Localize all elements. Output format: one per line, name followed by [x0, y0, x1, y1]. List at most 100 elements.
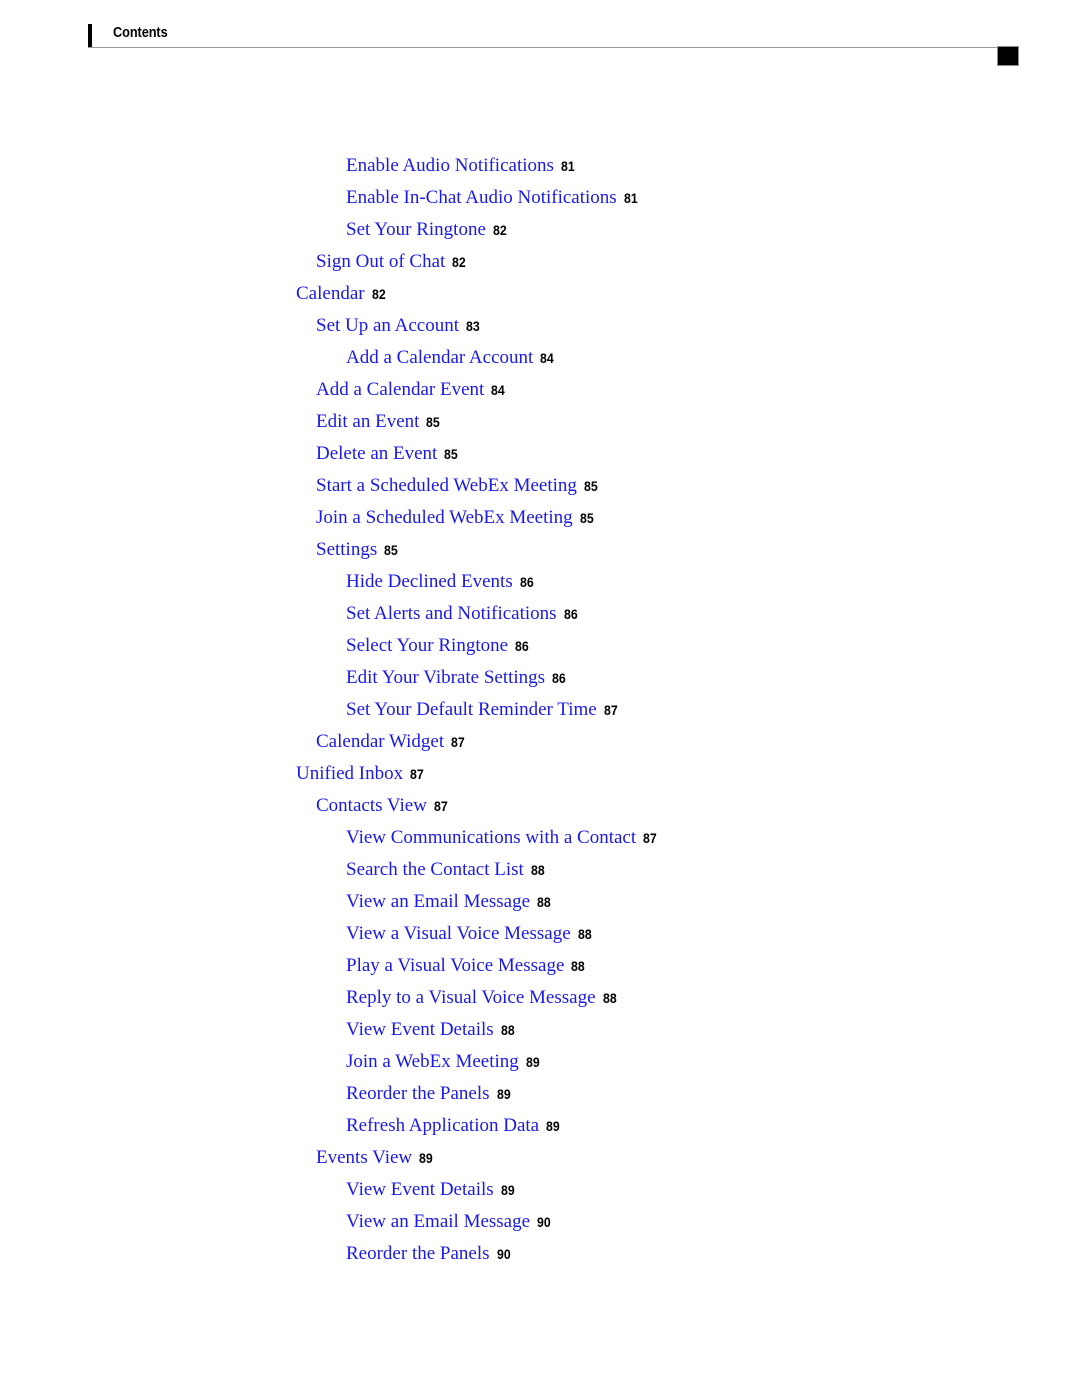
toc-entry-page-number: 87: [433, 798, 448, 814]
toc-entry-title[interactable]: Calendar: [296, 283, 365, 304]
toc-entry[interactable]: Reorder the Panels 90: [0, 1238, 1080, 1270]
toc-entry-page-number: 88: [577, 926, 592, 942]
toc-entry-page-number: 89: [496, 1086, 511, 1102]
header-divider: [88, 47, 998, 48]
toc-entry-title[interactable]: Contacts View: [316, 795, 427, 816]
toc-entry-page-number: 85: [579, 510, 594, 526]
toc-entry-title[interactable]: View a Visual Voice Message: [346, 923, 571, 944]
toc-entry[interactable]: Start a Scheduled WebEx Meeting 85: [0, 470, 1080, 502]
toc-entry-page-number: 81: [623, 190, 638, 206]
toc-entry-title[interactable]: Start a Scheduled WebEx Meeting: [316, 475, 577, 496]
toc-entry-title[interactable]: Add a Calendar Event: [316, 379, 484, 400]
document-page: Contents Enable Audio Notifications 81 Ena…: [0, 0, 1080, 1397]
toc-entry-page-number: 87: [410, 766, 424, 782]
toc-entry-title[interactable]: Search the Contact List: [346, 859, 524, 880]
toc-entry-page-number: 85: [583, 478, 598, 494]
toc-entry[interactable]: Add a Calendar Account 84: [0, 342, 1080, 374]
toc-entry-page-number: 82: [492, 222, 507, 238]
toc-entry-page-number: 81: [560, 158, 575, 174]
toc-entry-title[interactable]: Reorder the Panels: [346, 1243, 490, 1264]
toc-entry-page-number: 88: [500, 1022, 515, 1038]
toc-entry-page-number: 87: [451, 734, 465, 750]
toc-entry-title[interactable]: Enable In-Chat Audio Notifications: [346, 187, 617, 208]
toc-entry-page-number: 84: [540, 350, 555, 366]
toc-entry[interactable]: Search the Contact List 88: [0, 854, 1080, 886]
toc-entry-title[interactable]: Set Your Ringtone: [346, 219, 486, 240]
toc-entry-page-number: 85: [426, 414, 441, 430]
toc-entry-page-number: 86: [515, 638, 529, 654]
toc-entry[interactable]: Calendar Widget 87: [0, 726, 1080, 758]
page-footer: Cisco Cius User Guide, Release 9.2(3) OL…: [0, 1307, 1080, 1397]
toc-entry[interactable]: Edit Your Vibrate Settings 86: [0, 662, 1080, 694]
toc-entry-title[interactable]: Settings: [316, 539, 377, 560]
toc-entry[interactable]: View an Email Message 88: [0, 886, 1080, 918]
toc-entry[interactable]: Enable In-Chat Audio Notifications 81: [0, 182, 1080, 214]
toc-entry-title[interactable]: Join a WebEx Meeting: [346, 1051, 519, 1072]
toc-entry[interactable]: View a Visual Voice Message 88: [0, 918, 1080, 950]
toc-entry-title[interactable]: Calendar Widget: [316, 731, 444, 752]
toc-entry[interactable]: Contacts View 87: [0, 790, 1080, 822]
toc-entry-title[interactable]: Edit Your Vibrate Settings: [346, 667, 545, 688]
toc-entry[interactable]: View Communications with a Contact 87: [0, 822, 1080, 854]
toc-entry-title[interactable]: View Event Details: [346, 1179, 494, 1200]
toc-entry-title[interactable]: Select Your Ringtone: [346, 635, 508, 656]
toc-entry-title[interactable]: Set Up an Account: [316, 315, 459, 336]
toc-entry-page-number: 84: [491, 382, 506, 398]
toc-entry[interactable]: Refresh Application Data 89: [0, 1110, 1080, 1142]
toc-entry[interactable]: Add a Calendar Event 84: [0, 374, 1080, 406]
toc-entry-title[interactable]: View an Email Message: [346, 891, 530, 912]
toc-entry[interactable]: Set Your Ringtone 82: [0, 214, 1080, 246]
toc-entry-page-number: 88: [537, 894, 551, 910]
toc-entry[interactable]: Enable Audio Notifications 81: [0, 150, 1080, 182]
toc-entry-page-number: 88: [602, 990, 617, 1006]
toc-entry-page-number: 83: [466, 318, 480, 334]
toc-entry[interactable]: Edit an Event 85: [0, 406, 1080, 438]
toc-entry-title[interactable]: Refresh Application Data: [346, 1115, 539, 1136]
toc-entry[interactable]: Join a Scheduled WebEx Meeting 85: [0, 502, 1080, 534]
toc-entry-title[interactable]: Enable Audio Notifications: [346, 155, 554, 176]
toc-entry[interactable]: Calendar 82: [0, 278, 1080, 310]
toc-entry-page-number: 88: [571, 958, 586, 974]
toc-entry[interactable]: Sign Out of Chat 82: [0, 246, 1080, 278]
toc-entry[interactable]: Set Your Default Reminder Time 87: [0, 694, 1080, 726]
toc-entry-page-number: 85: [444, 446, 459, 462]
toc-entry[interactable]: Unified Inbox 87: [0, 758, 1080, 790]
toc-entry-title[interactable]: Join a Scheduled WebEx Meeting: [316, 507, 573, 528]
toc-entry-title[interactable]: Reply to a Visual Voice Message: [346, 987, 596, 1008]
toc-entry-title[interactable]: Add a Calendar Account: [346, 347, 533, 368]
toc-entry[interactable]: Hide Declined Events 86: [0, 566, 1080, 598]
toc-entry[interactable]: View an Email Message 90: [0, 1206, 1080, 1238]
toc-entry-title[interactable]: Hide Declined Events: [346, 571, 513, 592]
toc-entry[interactable]: Reply to a Visual Voice Message 88: [0, 982, 1080, 1014]
toc-entry[interactable]: Settings 85: [0, 534, 1080, 566]
toc-entry-title[interactable]: Set Alerts and Notifications: [346, 603, 557, 624]
running-head: Contents: [113, 25, 168, 41]
toc-entry-page-number: 88: [530, 862, 545, 878]
toc-entry[interactable]: Set Alerts and Notifications 86: [0, 598, 1080, 630]
toc-entry[interactable]: View Event Details 89: [0, 1174, 1080, 1206]
toc-entry-title[interactable]: Reorder the Panels: [346, 1083, 490, 1104]
toc-entry-title[interactable]: View Event Details: [346, 1019, 494, 1040]
toc-entry-page-number: 90: [537, 1214, 551, 1230]
toc-entry-title[interactable]: View Communications with a Contact: [346, 827, 636, 848]
toc-entry-title[interactable]: Edit an Event: [316, 411, 419, 432]
toc-entry[interactable]: Set Up an Account 83: [0, 310, 1080, 342]
toc-entry[interactable]: Events View 89: [0, 1142, 1080, 1174]
toc-entry-page-number: 90: [496, 1246, 511, 1262]
toc-entry-page-number: 86: [563, 606, 578, 622]
toc-entry-page-number: 82: [371, 286, 386, 302]
toc-entry[interactable]: View Event Details 88: [0, 1014, 1080, 1046]
toc-entry[interactable]: Join a WebEx Meeting 89: [0, 1046, 1080, 1078]
toc-entry-title[interactable]: Set Your Default Reminder Time: [346, 699, 597, 720]
toc-entry[interactable]: Reorder the Panels 89: [0, 1078, 1080, 1110]
toc-entry[interactable]: Play a Visual Voice Message 88: [0, 950, 1080, 982]
toc-entry-title[interactable]: Delete an Event: [316, 443, 437, 464]
toc-entry-title[interactable]: Play a Visual Voice Message: [346, 955, 564, 976]
toc-entry-title[interactable]: View an Email Message: [346, 1211, 530, 1232]
toc-entry-title[interactable]: Unified Inbox: [296, 763, 403, 784]
toc-entry-title[interactable]: Events View: [316, 1147, 412, 1168]
toc-entry[interactable]: Delete an Event 85: [0, 438, 1080, 470]
toc-entry-title[interactable]: Sign Out of Chat: [316, 251, 445, 272]
toc-entry-page-number: 85: [384, 542, 398, 558]
toc-entry[interactable]: Select Your Ringtone 86: [0, 630, 1080, 662]
